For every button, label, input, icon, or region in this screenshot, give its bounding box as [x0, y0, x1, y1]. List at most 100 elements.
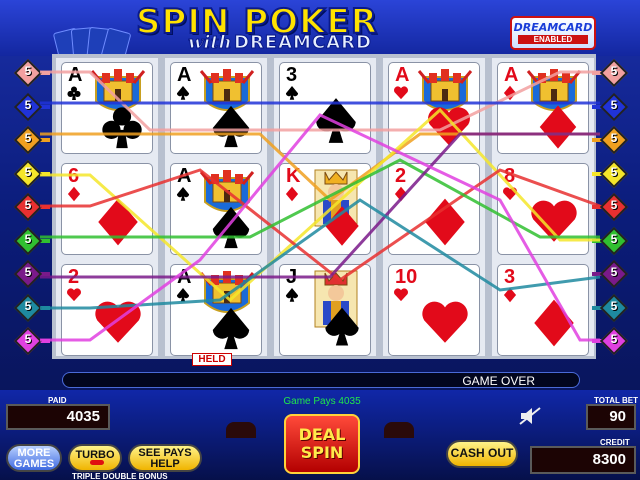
payline-button-left-7[interactable]: 5: [10, 259, 50, 289]
card-rank: A: [504, 64, 519, 86]
card-reel1-row2: 6: [61, 163, 153, 255]
payline-button-right-1[interactable]: 5: [592, 58, 632, 88]
reel-4[interactable]: A 2 10: [383, 58, 485, 356]
reel-area: A 6 2 A A A 3 K J A 2 10 A 8 3: [52, 54, 596, 359]
game-pays-text: Game Pays 4035: [283, 396, 361, 407]
badge-brand: DREAMCARD: [513, 21, 593, 34]
heart-icon: [503, 187, 517, 201]
card-reel4-row1: A: [388, 62, 480, 154]
cash-out-button[interactable]: CASH OUT: [446, 440, 518, 468]
card-reel5-row2: 8: [497, 163, 589, 255]
payline-credit-value: 5: [24, 64, 32, 78]
payline-button-right-5[interactable]: 5: [592, 192, 632, 222]
card-reel2-row3: A: [170, 264, 262, 356]
card-rank: 3: [504, 266, 516, 288]
payline-button-right-8[interactable]: 5: [592, 293, 632, 322]
spade-icon: [176, 186, 190, 201]
payline-button-left-9[interactable]: 5: [10, 326, 50, 356]
diamond-icon: [325, 206, 359, 246]
heart-icon: [394, 86, 408, 100]
turbo-indicator-lamp: [90, 460, 104, 465]
game-title-logo: SPIN POKER with DREAMCARD: [135, 1, 486, 54]
heart-icon: [394, 288, 408, 302]
payline-button-left-4[interactable]: 5: [10, 159, 50, 188]
card-rank: A: [177, 64, 192, 86]
payline-credit-value: 5: [24, 332, 32, 346]
payline-credit-value: 5: [24, 198, 32, 212]
payline-button-right-2[interactable]: 5: [592, 92, 632, 121]
reel-2[interactable]: A A A: [165, 58, 267, 356]
payline-credit-value: 5: [610, 64, 618, 78]
card-rank: 10: [395, 266, 418, 288]
payline-button-left-6[interactable]: 5: [10, 226, 50, 255]
card-reel4-row2: 2: [388, 163, 480, 255]
heart-icon: [422, 301, 468, 343]
paid-meter: 4035: [6, 404, 110, 430]
card-rank: 6: [68, 165, 80, 187]
turbo-button[interactable]: TURBO: [68, 444, 122, 472]
payline-credit-value: 5: [610, 231, 618, 246]
payline-credit-value: 5: [24, 131, 32, 145]
card-rank: A: [177, 165, 192, 187]
payline-button-left-2[interactable]: 5: [10, 92, 50, 121]
reel-1[interactable]: A 6 2: [56, 58, 158, 356]
status-message: GAME OVER: [462, 374, 535, 388]
reel-5[interactable]: A 8 3: [492, 58, 594, 356]
card-reel3-row3: J: [279, 264, 371, 356]
card-rank: J: [286, 266, 298, 288]
card-reel3-row1: 3: [279, 62, 371, 154]
payline-credit-value: 5: [610, 332, 618, 346]
panel-knob-left: [226, 422, 256, 438]
card-reel5-row3: 3: [497, 264, 589, 356]
spade-icon: [285, 85, 299, 100]
club-icon: [102, 107, 142, 149]
spade-icon: [325, 307, 359, 346]
diamond-icon: [425, 198, 465, 246]
heart-icon: [531, 200, 577, 242]
spin-label: SPIN: [300, 443, 344, 462]
card-rank: A: [395, 64, 410, 86]
panel-knob-right: [384, 422, 414, 438]
card-reel2-row1: A: [170, 62, 262, 154]
payline-credit-value: 5: [24, 265, 32, 279]
card-rank: A: [68, 64, 83, 86]
heart-icon: [95, 301, 141, 343]
card-rank: 8: [504, 165, 516, 187]
payline-credit-value: 5: [610, 97, 618, 112]
diamond-icon: [539, 105, 577, 149]
game-stage: SPIN POKER with DREAMCARD DREAMCARD ENAB…: [0, 0, 640, 480]
reel-3[interactable]: 3 K J: [274, 58, 376, 356]
payline-button-right-4[interactable]: 5: [592, 159, 632, 188]
payline-button-left-5[interactable]: 5: [10, 192, 50, 222]
card-reel3-row2: K: [279, 163, 371, 255]
diamond-icon: [534, 299, 574, 347]
card-rank: K: [286, 165, 301, 187]
card-rank: 2: [395, 165, 407, 187]
payline-button-left-1[interactable]: 5: [10, 58, 50, 88]
game-variant-label: TRIPLE DOUBLE BONUS: [72, 472, 168, 480]
more-games-button[interactable]: MORE GAMES: [6, 444, 62, 472]
badge-status: ENABLED: [518, 35, 588, 44]
spade-icon: [176, 287, 190, 302]
payline-button-right-9[interactable]: 5: [592, 326, 632, 356]
payline-button-right-6[interactable]: 5: [592, 226, 632, 255]
heart-icon: [428, 107, 470, 146]
spade-icon: [212, 206, 250, 249]
payline-credit-value: 5: [610, 198, 618, 212]
see-pays-label: SEE PAYS HELP: [138, 447, 192, 470]
card-rank: A: [177, 266, 192, 288]
payline-button-right-7[interactable]: 5: [592, 259, 632, 289]
see-pays-help-button[interactable]: SEE PAYS HELP: [128, 444, 202, 472]
payline-credit-value: 5: [24, 298, 32, 313]
spade-icon: [285, 287, 299, 302]
speaker-muted-icon[interactable]: [518, 406, 544, 426]
payline-credit-value: 5: [610, 265, 618, 279]
payline-button-left-3[interactable]: 5: [10, 125, 50, 155]
payline-credit-value: 5: [24, 231, 32, 246]
total-bet-meter: 90: [586, 404, 636, 430]
payline-button-right-3[interactable]: 5: [592, 125, 632, 155]
status-bar: GAME OVER: [62, 372, 580, 388]
held-indicator[interactable]: HELD: [192, 353, 232, 366]
deal-spin-button[interactable]: DEAL SPIN: [284, 414, 360, 474]
payline-button-left-8[interactable]: 5: [10, 293, 50, 322]
